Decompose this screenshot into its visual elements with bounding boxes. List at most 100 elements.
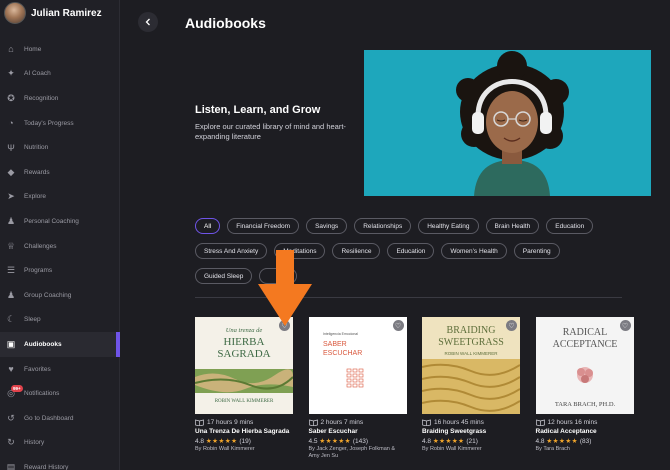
sidebar-item-ai-coach[interactable]: ✦ AI Coach [0,62,120,87]
filter-chip-women-s-health[interactable]: Women's Health [441,243,507,259]
book-cover[interactable]: Inteligencia Emocional SABER ESCUCHAR ♡ [308,317,407,414]
tag-icon: ◆ [7,166,15,177]
svg-text:ROBIN WALL KIMMERER: ROBIN WALL KIMMERER [445,351,499,356]
compass-icon: ➤ [7,191,15,202]
arrow-down-icon [258,250,312,326]
filter-chip-savings[interactable]: Savings [306,218,348,234]
rating-value: 4.5 [308,438,318,445]
rating-count: (19) [239,438,251,445]
filter-chip-relationships[interactable]: Relationships [354,218,412,234]
open-book-icon [422,419,431,426]
sidebar-item-label: Go to Dashboard [24,414,74,422]
hero-banner: Listen, Learn, and Grow Explore our cura… [185,50,651,196]
svg-text:SAGRADA: SAGRADA [217,348,270,360]
chevron-left-icon [145,18,150,26]
filter-chip-resilience[interactable]: Resilience [332,243,381,259]
heart-icon: ♥ [8,364,14,375]
sidebar-item-explore[interactable]: ➤ Explore [0,185,120,210]
trophy-icon: ♕ [6,240,16,251]
progress-icon: ◔ [8,118,14,129]
active-indicator [116,332,120,357]
book-author: By Jack Zenger, Joseph Folkman & Amy Jen… [308,446,396,459]
book-duration: 2 hours 7 mins [308,419,407,426]
sidebar-item-recognition[interactable]: ✪ Recognition [0,86,120,111]
woman-with-headphones-illustration [364,50,651,196]
layers-icon: ☰ [6,265,16,276]
moon-icon: ☾ [6,314,16,325]
book-duration: 12 hours 16 mins [535,419,634,426]
audiobook-card[interactable]: RADICAL ACCEPTANCE TARA BRACH, PH.D. ♡ 1… [535,317,634,453]
sidebar-item-go-to-dashboard[interactable]: ↺ Go to Dashboard [0,406,120,431]
sidebar-item-home[interactable]: ⌂ Home [0,37,120,62]
svg-text:ROBIN WALL KIMMERER: ROBIN WALL KIMMERER [215,399,274,404]
rating-value: 4.8 [195,438,205,445]
book-cover[interactable]: BRAIDING SWEETGRASS ROBIN WALL KIMMERER … [422,317,520,414]
sidebar-item-sleep[interactable]: ☾ Sleep [0,308,120,333]
page-title: Audiobooks [185,15,266,31]
filter-row: All Financial Freedom Savings Relationships… [195,218,635,234]
avatar[interactable] [4,2,26,24]
favorite-heart-icon[interactable]: ♡ [506,320,517,331]
sidebar-item-today-s-progress[interactable]: ◔ Today's Progress [0,111,120,136]
sidebar-item-label: Favorites [24,365,51,373]
receipt-icon: ▤ [6,461,16,470]
filter-chip-brain-health[interactable]: Brain Health [485,218,540,234]
sidebar-item-nutrition[interactable]: Ψ Nutrition [0,135,120,160]
filter-chip-all[interactable]: All [195,218,221,234]
svg-text:ACCEPTANCE: ACCEPTANCE [552,339,617,350]
book-cover[interactable]: RADICAL ACCEPTANCE TARA BRACH, PH.D. ♡ [535,317,634,414]
sidebar-item-history[interactable]: ↻ History [0,431,120,456]
favorite-heart-icon[interactable]: ♡ [392,320,404,331]
rating-count: (83) [579,438,592,445]
sidebar-item-challenges[interactable]: ♕ Challenges [0,234,120,259]
back-button[interactable] [138,12,158,32]
sidebar-item-audiobooks[interactable]: ▣ Audiobooks [0,332,120,357]
filter-chip-parenting[interactable]: Parenting [513,243,560,259]
book-title: Braiding Sweetgrass [422,428,487,435]
book-cover[interactable]: Una trenza de HIERBA SAGRADA ROBIN WALL … [195,317,293,414]
sidebar-item-label: Audiobooks [24,340,62,348]
notification-count-badge: 99+ [11,384,23,392]
filter-chip-financial-freedom[interactable]: Financial Freedom [227,218,300,234]
book-duration: 16 hours 45 mins [422,419,520,426]
open-book-icon [195,419,204,426]
sidebar-item-favorites[interactable]: ♥ Favorites [0,357,120,382]
sidebar-item-label: Personal Coaching [24,217,79,225]
audiobook-card[interactable]: Una trenza de HIERBA SAGRADA ROBIN WALL … [195,317,293,453]
sidebar-item-label: Recognition [24,94,59,102]
svg-text:RADICAL: RADICAL [562,327,606,338]
duration-text: 17 hours 9 mins [207,419,254,426]
person-icon: ♟ [6,215,16,226]
duration-text: 2 hours 7 mins [320,419,364,426]
filter-chip-guided-sleep[interactable]: Guided Sleep [195,268,253,284]
book-rating: 4.8 ★★★★★ (83) [536,437,634,445]
sidebar-item-label: Rewards [24,168,50,176]
book-rating: 4.5 ★★★★★ (143) [309,437,407,445]
svg-text:SABER: SABER [323,341,347,348]
rating-stars: ★★★★★ [432,438,465,445]
award-icon: ✪ [7,92,15,103]
book-rating: 4.8 ★★★★★ (19) [195,437,293,445]
sidebar-item-reward-history[interactable]: ▤ Reward History [0,455,120,470]
sidebar-item-personal-coaching[interactable]: ♟ Personal Coaching [0,209,120,234]
dashboard-icon: ↺ [7,412,15,423]
favorite-heart-icon[interactable]: ♡ [619,320,631,331]
sidebar-item-notifications[interactable]: ◎ 99+ Notifications [0,381,120,406]
book-author: By Robin Wall Kimmerer [195,446,255,452]
sidebar-item-label: Explore [24,193,47,201]
rating-stars: ★★★★★ [546,438,578,445]
sidebar-item-rewards[interactable]: ◆ Rewards [0,160,120,185]
profile[interactable]: Julian Ramirez [4,0,102,26]
audiobook-card[interactable]: Inteligencia Emocional SABER ESCUCHAR ♡ … [308,317,407,460]
filter-chip-healthy-eating[interactable]: Healthy Eating [418,218,479,234]
audiobook-card[interactable]: BRAIDING SWEETGRASS ROBIN WALL KIMMERER … [422,317,520,453]
duration-text: 16 hours 45 mins [434,419,484,426]
filter-chip-education[interactable]: Education [387,243,435,259]
group-icon: ♟ [6,289,16,300]
sparkle-icon: ✦ [7,68,15,79]
svg-text:SWEETGRASS: SWEETGRASS [438,337,504,348]
sidebar-item-programs[interactable]: ☰ Programs [0,258,120,283]
sidebar-item-group-coaching[interactable]: ♟ Group Coaching [0,283,120,308]
filter-chip-education[interactable]: Education [546,218,594,234]
sidebar: Julian Ramirez ⌂ Home ✦ AI Coach ✪ Recognitio… [0,0,120,470]
